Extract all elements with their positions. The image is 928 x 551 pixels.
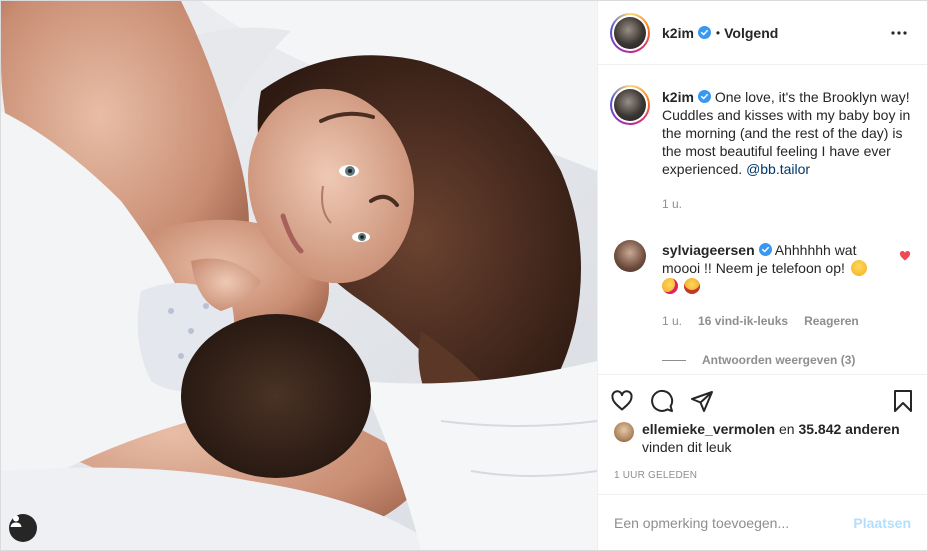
like-button[interactable] <box>610 381 650 421</box>
more-options-button[interactable] <box>887 21 911 45</box>
caption-text-line1: One love, it's the Brooklyn way! <box>714 89 910 105</box>
caption: k2im One love, it's the Brooklyn way! Cu… <box>610 85 911 213</box>
commenter-username[interactable]: sylviageersen <box>662 242 755 258</box>
caption-age[interactable]: 1 u. <box>662 195 682 213</box>
caption-meta: 1 u. <box>662 195 911 213</box>
first-liker-username[interactable]: ellemieke_vermolen <box>642 421 775 437</box>
likes-joiner: en <box>778 421 795 437</box>
comment-likes-count[interactable]: 16 vind-ik-leuks <box>698 312 788 330</box>
save-button[interactable] <box>875 381 915 421</box>
following-button[interactable]: Volgend <box>724 25 778 41</box>
comment-meta: 1 u. 16 vind-ik-leuks Reageren <box>662 312 884 330</box>
comment-age[interactable]: 1 u. <box>662 312 682 330</box>
verified-badge-icon <box>697 90 711 103</box>
likes-suffix: vinden dit leuk <box>642 439 732 455</box>
liker-avatar[interactable] <box>614 422 634 442</box>
comment-input[interactable] <box>614 514 854 531</box>
comment-button[interactable] <box>650 381 690 421</box>
instagram-post: k2im • Volgend k2im One love, it's the B… <box>0 0 928 551</box>
caption-mention-link[interactable]: @bb.tailor <box>746 161 810 177</box>
post-header: k2im • Volgend <box>598 1 927 65</box>
post-comment-button[interactable]: Plaatsen <box>853 515 911 531</box>
verified-badge-icon <box>697 26 711 39</box>
post-action-bar <box>598 374 927 426</box>
add-comment-form: Plaatsen <box>598 494 927 550</box>
bookmark-icon <box>894 389 912 412</box>
flushed-face-emoji-icon <box>850 260 867 276</box>
liked-heart-icon[interactable] <box>899 250 911 262</box>
replies-divider-line <box>662 359 686 361</box>
verified-badge-icon <box>758 243 772 256</box>
share-button[interactable] <box>690 381 730 421</box>
reply-button[interactable]: Reageren <box>804 312 859 330</box>
comments-list[interactable]: k2im One love, it's the Brooklyn way! Cu… <box>598 65 927 374</box>
photo-illustration <box>1 1 597 550</box>
author-username[interactable]: k2im <box>662 25 694 41</box>
likes-summary: ellemieke_vermolen en 35.842 anderen vin… <box>598 420 927 456</box>
tag-user-button[interactable] <box>9 514 37 542</box>
user-tag-icon <box>10 515 22 527</box>
comment-icon <box>651 389 674 412</box>
post-photo[interactable] <box>1 1 597 550</box>
likes-others-count[interactable]: 35.842 anderen <box>798 421 899 437</box>
caption-author-avatar[interactable] <box>610 85 650 125</box>
author-avatar[interactable] <box>610 12 650 53</box>
view-replies-button[interactable]: Antwoorden weergeven (3) <box>662 353 911 367</box>
share-icon <box>691 390 713 412</box>
post-side-panel: k2im • Volgend k2im One love, it's the B… <box>597 1 927 550</box>
view-replies-label: Antwoorden weergeven (3) <box>702 353 856 367</box>
more-options-icon <box>891 30 907 35</box>
post-timestamp[interactable]: 1 UUR GELEDEN <box>598 470 927 481</box>
kissing-face-heart-emoji-icon <box>662 278 678 294</box>
commenter-avatar[interactable] <box>614 240 646 272</box>
comment-item: sylviageersen Ahhhhhh wat moooi !! Neem … <box>610 238 911 330</box>
star-struck-face-emoji-icon <box>683 278 700 294</box>
heart-icon <box>611 389 633 410</box>
separator-dot: • <box>715 25 721 40</box>
caption-author-username[interactable]: k2im <box>662 89 694 105</box>
